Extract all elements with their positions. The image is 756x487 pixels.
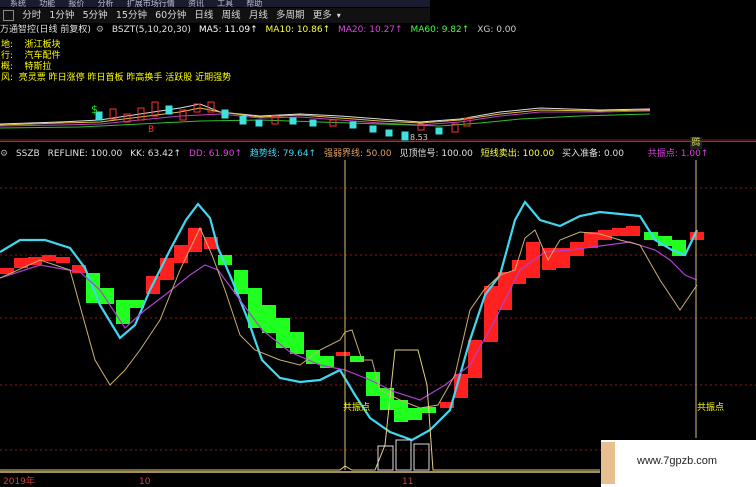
menu-item-info[interactable]: 资讯: [188, 0, 204, 7]
menu-item-analysis[interactable]: 分析: [98, 0, 114, 7]
candlestick: [239, 115, 247, 125]
grid-lines: [0, 187, 756, 451]
resonance-label-1: 共振点: [343, 401, 370, 413]
low-price-label: 8.53: [410, 133, 428, 141]
b-marker: B: [148, 125, 154, 135]
resonance-value: 共振点: 1.00↑: [647, 149, 709, 159]
strength-bar-up: [336, 352, 350, 356]
spike-boxes: [377, 439, 430, 471]
period-toolbar: 分时 1分钟 5分钟 15分钟 60分钟 日线 周线 月线 多周期 更多 ▾: [0, 8, 430, 23]
candlestick: [255, 119, 263, 127]
candlestick: [165, 105, 173, 115]
strength-bar-up: [468, 340, 482, 378]
toolbar-toggle-icon[interactable]: [3, 9, 14, 21]
strength-bar-up: [28, 257, 42, 265]
strength-bar-down: [276, 318, 290, 348]
candlestick: [401, 131, 409, 141]
trend-value: 趋势线: 79.64↑: [249, 149, 317, 159]
period-5min[interactable]: 5分钟: [83, 8, 108, 23]
menu-item-quote[interactable]: 报价: [68, 0, 84, 7]
watermark-logo-icon: [601, 442, 615, 484]
kk-value: KK: 63.42↑: [130, 149, 182, 159]
candlestick: [349, 121, 357, 129]
watermark-text: www.7gpzb.com: [637, 455, 718, 467]
period-weekly[interactable]: 周线: [222, 8, 241, 23]
x-axis-nov: 11: [402, 477, 413, 487]
strength-bar-down: [290, 332, 304, 354]
period-monthly[interactable]: 月线: [249, 8, 268, 23]
strength-bar-up: [42, 255, 56, 261]
strength-bar-down: [248, 288, 262, 328]
kk-line: [0, 226, 698, 409]
period-more[interactable]: 更多: [313, 8, 332, 23]
price-chart: $ B 8.53 财: [0, 101, 756, 141]
strength-bar-up: [56, 257, 70, 263]
strength-bar-down: [408, 408, 422, 420]
candlestick: [435, 127, 443, 135]
strength-bar-down: [394, 400, 408, 422]
strength-bar-up: [584, 232, 598, 248]
strength-bar-down: [262, 305, 276, 333]
strength-bar-down: [116, 300, 130, 324]
menu-item-system[interactable]: 系统: [10, 0, 26, 7]
period-intraday[interactable]: 分时: [22, 8, 41, 23]
strength-bar-down: [658, 236, 672, 246]
indicator-settings-icon[interactable]: ⚙: [0, 149, 8, 159]
strength-bar-up: [174, 245, 188, 263]
candlestick: [151, 101, 159, 117]
buy-ready-value: 买入准备: 0.00: [562, 149, 624, 159]
watermark: www.7gpzb.com: [601, 440, 756, 487]
period-15min[interactable]: 15分钟: [116, 8, 147, 23]
menu-item-tools[interactable]: 工具: [217, 0, 233, 7]
x-axis-year: 2019年: [3, 475, 35, 487]
candlestick: [385, 129, 393, 137]
resonance-label-2: 共振点: [697, 401, 724, 413]
period-60min[interactable]: 60分钟: [155, 8, 186, 23]
short-sell-value: 短线卖出: 100.00: [480, 149, 555, 159]
chevron-down-icon[interactable]: ▾: [337, 8, 341, 23]
candlestick: [309, 119, 317, 127]
signal-spikes: [0, 349, 600, 471]
menu-item-function[interactable]: 功能: [39, 0, 55, 7]
panel-separator: [0, 141, 756, 148]
top-signal-value: 见顶信号: 100.00: [399, 149, 473, 159]
indicator-chart: 共振点 共振点 2019年 10 11: [0, 160, 756, 487]
period-daily[interactable]: 日线: [194, 8, 213, 23]
period-multi[interactable]: 多周期: [276, 8, 305, 23]
main-menu-bar: 系统 功能 报价 分析 扩展市场行情 资讯 工具 帮助: [0, 0, 430, 7]
menu-item-help[interactable]: 帮助: [246, 0, 262, 7]
candlestick: [369, 125, 377, 133]
period-1min[interactable]: 1分钟: [49, 8, 74, 23]
candlestick: [289, 117, 297, 125]
candlestick: [221, 109, 229, 119]
indicator-sszb-name[interactable]: SSZB: [16, 149, 40, 159]
strength-bar-up: [626, 226, 640, 236]
menu-item-extended-market[interactable]: 扩展市场行情: [127, 0, 175, 7]
refline-value: REFLINE: 100.00: [47, 149, 123, 159]
dd-value: DD: 61.90↑: [188, 149, 243, 159]
buy-signal-dollar: $: [91, 103, 98, 116]
x-axis-oct: 10: [139, 477, 151, 487]
strength-bar-up: [612, 228, 626, 236]
strength-bar-up: [160, 258, 174, 280]
strength-line-value: 强弱界线: 50.00: [323, 149, 392, 159]
